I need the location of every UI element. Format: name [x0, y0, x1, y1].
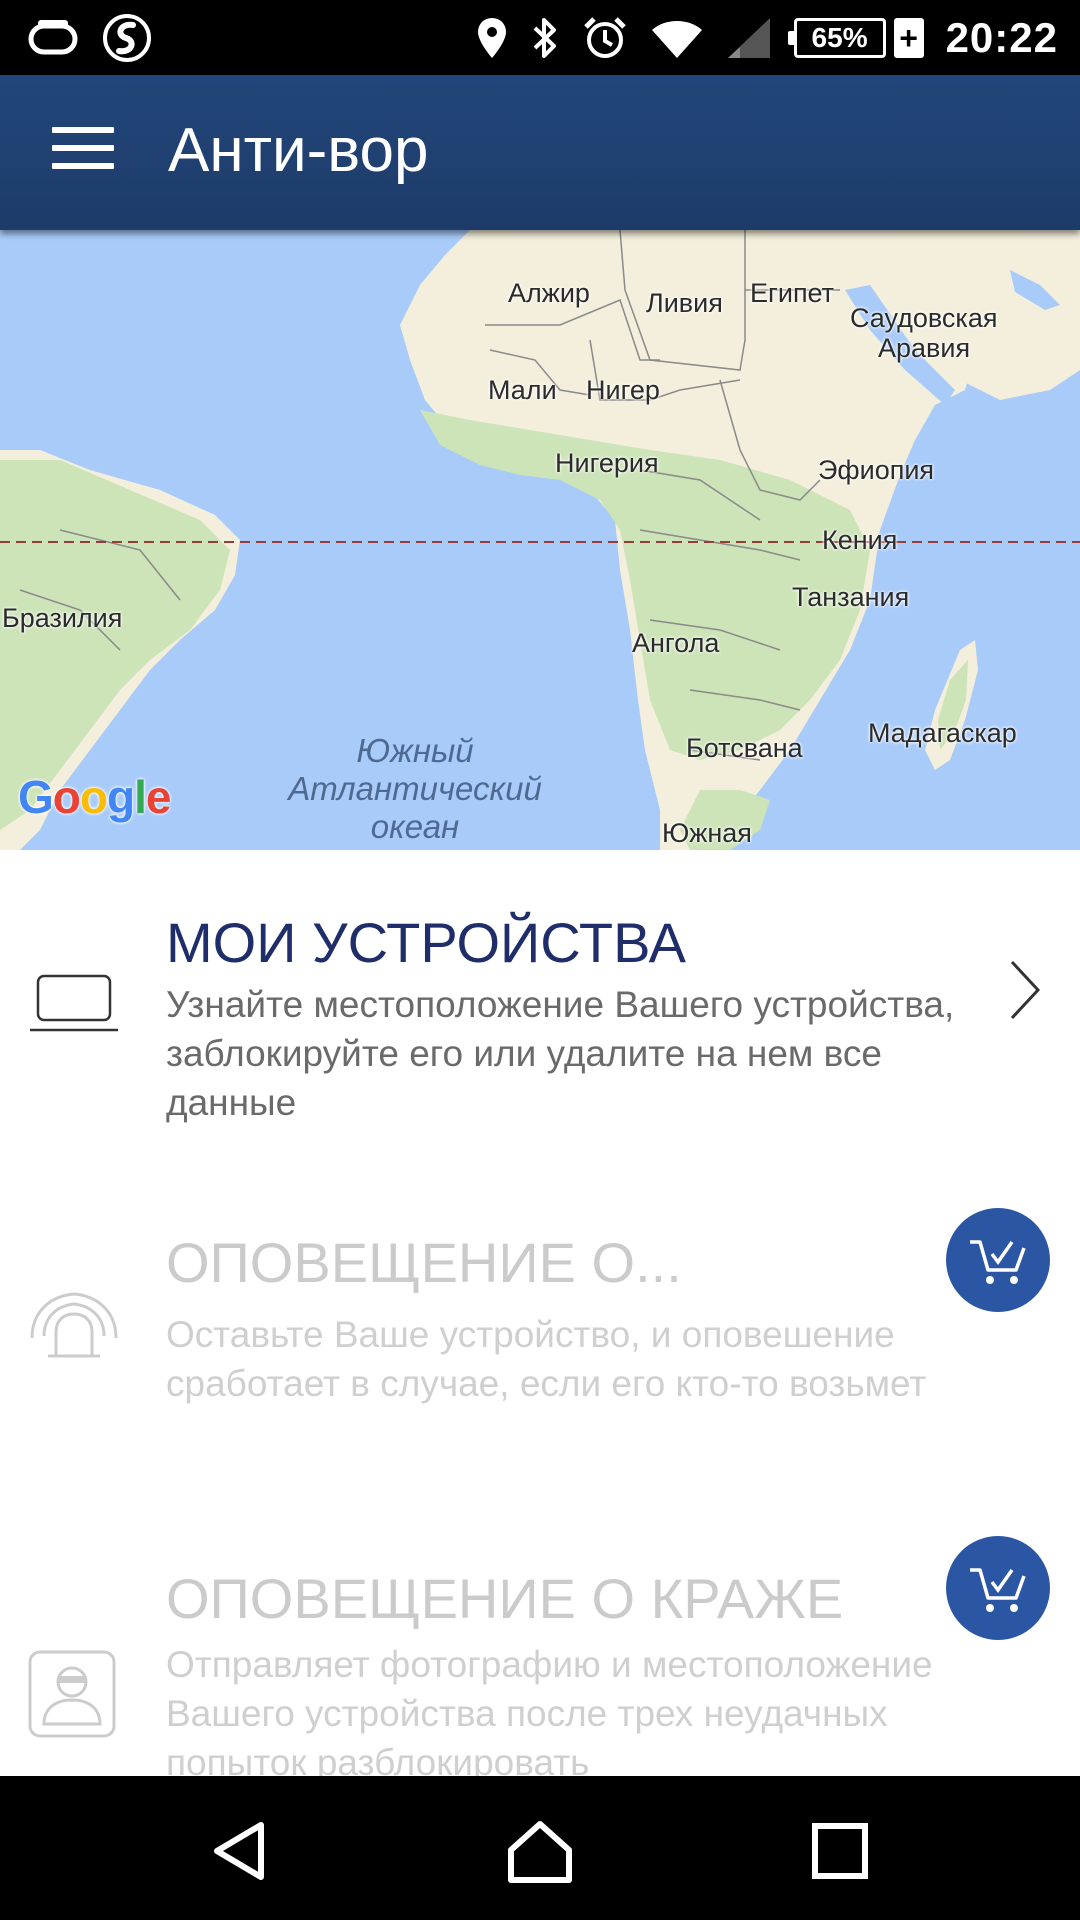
item-description: Узнайте местоположение Вашего устройства…: [166, 984, 955, 1123]
list-item-my-devices[interactable]: МОИ УСТРОЙСТВА Узнайте местоположение Ва…: [0, 880, 1080, 1150]
device-location-map[interactable]: Алжир Ливия Египет Саудовская Аравия Мал…: [0, 230, 1080, 850]
map-label: Мадагаскар: [868, 718, 1017, 748]
charging-icon: +: [893, 18, 924, 58]
battery-percent: 65%: [811, 22, 868, 53]
map-label: Кения: [822, 525, 898, 555]
map-label: Алжир: [508, 278, 590, 308]
ocean-label: Южный Атлантический океан: [288, 732, 542, 845]
alarm-icon: [583, 17, 626, 58]
map-label: Саудовская: [850, 303, 998, 333]
wifi-icon: [651, 21, 702, 58]
shopping-cart-icon: [970, 1568, 1026, 1612]
buy-button[interactable]: [946, 1208, 1050, 1312]
location-icon: [477, 18, 506, 58]
map-label: Ливия: [646, 288, 723, 318]
recents-icon: [812, 1823, 868, 1879]
map-label: Мали: [488, 375, 557, 405]
sync-icon: [28, 20, 78, 55]
status-bar: 65% + 20:22: [0, 0, 1080, 75]
map-label: Ботсвана: [686, 733, 803, 763]
alarm-siren-icon: [30, 1292, 118, 1358]
map-label: Танзания: [792, 582, 910, 612]
map-label: Нигерия: [555, 448, 659, 478]
swype-icon: [103, 14, 151, 62]
cell-signal-icon: [727, 18, 770, 58]
status-bar-left: [28, 10, 152, 66]
app-bar: Анти-вор: [0, 75, 1080, 230]
page-title: Анти-вор: [168, 116, 429, 185]
home-icon: [508, 1821, 572, 1883]
map-label: Эфиопия: [818, 455, 935, 485]
map-label: Бразилия: [2, 603, 123, 633]
thief-icon: [28, 1650, 116, 1738]
google-logo: Google: [18, 771, 171, 823]
list-item-theft-alert[interactable]: ОПОВЕЩЕНИЕ О КРАЖЕ Отправляет фотографию…: [0, 1530, 1080, 1783]
shopping-cart-icon: [970, 1240, 1026, 1284]
status-bar-right: 65% + 20:22: [476, 10, 1058, 66]
home-button[interactable]: [495, 1806, 585, 1896]
item-title: ОПОВЕЩЕНИЕ О КРАЖЕ: [166, 1567, 844, 1630]
map-label: Нигер: [586, 375, 660, 405]
back-icon: [214, 1822, 264, 1880]
clock: 20:22: [945, 14, 1058, 61]
hamburger-menu-icon[interactable]: [52, 127, 114, 177]
map-label: Аравия: [878, 333, 971, 363]
map-label: Ангола: [632, 628, 720, 658]
recents-button[interactable]: [795, 1806, 885, 1896]
map-label: Египет: [750, 278, 835, 308]
laptop-icon: [30, 974, 118, 1032]
item-title: ОПОВЕЩЕНИЕ О...: [166, 1231, 682, 1294]
item-title: МОИ УСТРОЙСТВА: [166, 911, 686, 974]
battery-indicator: 65%: [787, 18, 886, 58]
back-button[interactable]: [196, 1806, 286, 1896]
buy-button[interactable]: [946, 1536, 1050, 1640]
chevron-right-icon[interactable]: [1006, 958, 1042, 1022]
item-description: Отправляет фотографию и местоположение В…: [166, 1644, 933, 1783]
list-item-motion-alarm[interactable]: ОПОВЕЩЕНИЕ О... Оставьте Ваше устройство…: [0, 1200, 1080, 1470]
bluetooth-icon: [533, 18, 556, 58]
map-label: Южная: [662, 818, 752, 848]
item-description: Оставьте Ваше устройство, и оповешение с…: [166, 1314, 927, 1404]
system-nav-bar: [0, 1776, 1080, 1920]
